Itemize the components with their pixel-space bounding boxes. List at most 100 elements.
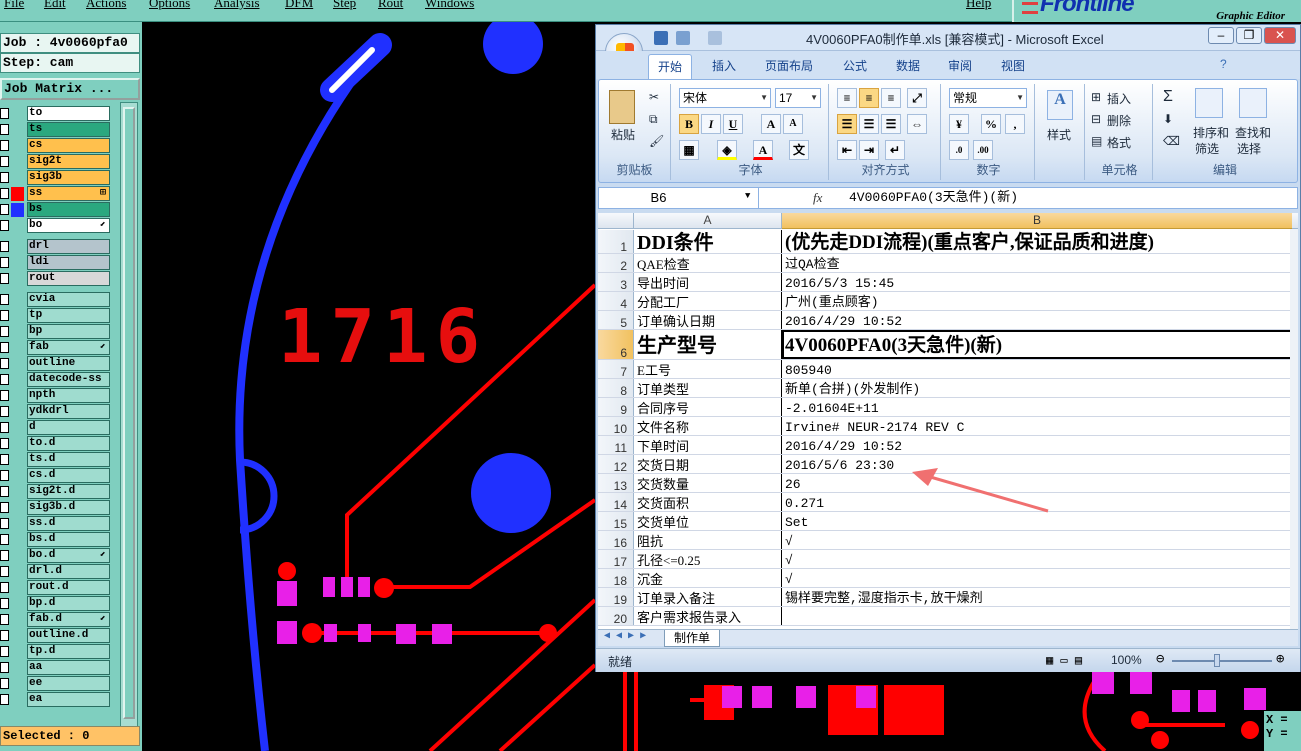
layer-checkbox[interactable]: [0, 678, 9, 689]
name-box[interactable]: B6: [599, 188, 759, 208]
cell-b[interactable]: (优先走DDI流程)(重点客户,保证品质和进度): [782, 230, 1292, 253]
layer-name[interactable]: bs.d: [27, 532, 110, 547]
job-matrix-button[interactable]: Job Matrix ...: [0, 78, 140, 100]
layer-name[interactable]: drl.d: [27, 564, 110, 579]
align-left-icon[interactable]: ☰: [837, 114, 857, 134]
layer-name[interactable]: ts: [27, 122, 110, 137]
layer-name[interactable]: aa: [27, 660, 110, 675]
layer-name[interactable]: bo.d ⬋: [27, 548, 110, 563]
close-button[interactable]: ✕: [1264, 27, 1296, 44]
row-number[interactable]: 2: [598, 254, 634, 273]
layer-name[interactable]: bo ⬋: [27, 218, 110, 233]
increase-decimal-icon[interactable]: .0: [949, 140, 969, 160]
layer-checkbox[interactable]: [0, 390, 9, 401]
layer-checkbox[interactable]: [0, 438, 9, 449]
col-header-b[interactable]: B: [782, 213, 1292, 229]
layer-checkbox[interactable]: [0, 406, 9, 417]
italic-button[interactable]: I: [701, 114, 721, 134]
layer-color-swatch[interactable]: [11, 645, 24, 659]
row-number[interactable]: 7: [598, 360, 634, 379]
row-number[interactable]: 20: [598, 607, 634, 626]
decrease-indent-icon[interactable]: ⇤: [837, 140, 857, 160]
layer-checkbox[interactable]: [0, 220, 9, 231]
format-painter-icon[interactable]: 🖌: [649, 134, 664, 148]
layer-name[interactable]: ldi: [27, 255, 110, 270]
layer-checkbox[interactable]: [0, 662, 9, 673]
styles-icon[interactable]: A: [1047, 90, 1073, 120]
cell-b[interactable]: 广州(重点顾客): [782, 292, 1292, 310]
layer-row[interactable]: ydkdrl: [0, 404, 112, 419]
layer-row[interactable]: ee: [0, 676, 112, 691]
cell-b[interactable]: 0.271: [782, 493, 1292, 511]
name-box-dropdown-icon[interactable]: ▼: [745, 191, 750, 201]
copy-icon[interactable]: ⧉: [649, 112, 658, 127]
layer-row[interactable]: to.d: [0, 436, 112, 451]
layer-row[interactable]: fab.d ⬋: [0, 612, 112, 627]
layer-color-swatch[interactable]: [11, 613, 24, 627]
excel-titlebar[interactable]: 4V0060PFA0制作单.xls [兼容模式] - Microsoft Exc…: [596, 25, 1300, 51]
menu-analysis[interactable]: Analysis: [214, 0, 260, 11]
layer-color-swatch[interactable]: [11, 405, 24, 419]
layer-color-swatch[interactable]: [11, 565, 24, 579]
cell-a[interactable]: 订单录入备注: [634, 588, 782, 606]
layer-checkbox[interactable]: [0, 326, 9, 337]
find-select-button[interactable]: 查找和: [1235, 124, 1271, 141]
layer-color-swatch[interactable]: [11, 293, 24, 307]
delete-button[interactable]: 删除: [1107, 112, 1131, 129]
layer-row[interactable]: bp: [0, 324, 112, 339]
layer-color-swatch[interactable]: [11, 325, 24, 339]
row-number[interactable]: 10: [598, 417, 634, 436]
layer-row[interactable]: aa: [0, 660, 112, 675]
layer-name[interactable]: npth: [27, 388, 110, 403]
layer-row[interactable]: cs.d: [0, 468, 112, 483]
layer-name[interactable]: sig3b.d: [27, 500, 110, 515]
layer-color-swatch[interactable]: [11, 256, 24, 270]
restore-button[interactable]: ❐: [1236, 27, 1262, 44]
align-bottom-icon[interactable]: ≡: [881, 88, 901, 108]
styles-button[interactable]: 样式: [1047, 126, 1071, 143]
layer-color-swatch[interactable]: [11, 187, 24, 201]
layer-name[interactable]: ss.d: [27, 516, 110, 531]
number-format-select[interactable]: 常规 ▼: [949, 88, 1027, 108]
font-size-select[interactable]: 17 ▼: [775, 88, 821, 108]
tab-formulas[interactable]: 公式: [843, 57, 867, 74]
cell-a[interactable]: 文件名称: [634, 417, 782, 435]
layer-row[interactable]: bp.d: [0, 596, 112, 611]
comma-button[interactable]: ,: [1005, 114, 1025, 134]
layer-row[interactable]: outline: [0, 356, 112, 371]
layer-row[interactable]: sig2t.d: [0, 484, 112, 499]
row-number[interactable]: 1: [598, 230, 634, 254]
layer-color-swatch[interactable]: [11, 240, 24, 254]
border-icon[interactable]: ▦: [679, 140, 699, 160]
layer-color-swatch[interactable]: [11, 203, 24, 217]
layer-row[interactable]: fab ⬋: [0, 340, 112, 355]
layer-name[interactable]: rout.d: [27, 580, 110, 595]
cell-b[interactable]: -2.01604E+11: [782, 398, 1292, 416]
menu-windows[interactable]: Windows: [425, 0, 474, 11]
menu-actions[interactable]: Actions: [86, 0, 126, 11]
layer-checkbox[interactable]: [0, 273, 9, 284]
cell-a[interactable]: 合同序号: [634, 398, 782, 416]
layer-color-swatch[interactable]: [11, 219, 24, 233]
layer-name[interactable]: drl: [27, 239, 110, 254]
menu-step[interactable]: Step: [333, 0, 356, 11]
layer-checkbox[interactable]: [0, 204, 9, 215]
layer-checkbox[interactable]: [0, 156, 9, 167]
cell-a[interactable]: 分配工厂: [634, 292, 782, 310]
zoom-slider-knob[interactable]: [1214, 654, 1220, 667]
layer-checkbox[interactable]: [0, 140, 9, 151]
minimize-button[interactable]: –: [1208, 27, 1234, 44]
layer-checkbox[interactable]: [0, 566, 9, 577]
layer-name[interactable]: bp: [27, 324, 110, 339]
cell-b[interactable]: [782, 607, 1292, 625]
layer-color-swatch[interactable]: [11, 693, 24, 707]
decrease-decimal-icon[interactable]: .00: [973, 140, 993, 160]
layer-row[interactable]: bo.d ⬋: [0, 548, 112, 563]
layer-checkbox[interactable]: [0, 358, 9, 369]
cell-a[interactable]: 订单确认日期: [634, 311, 782, 329]
layer-name[interactable]: sig2t: [27, 154, 110, 169]
row-number[interactable]: 8: [598, 379, 634, 398]
tab-view[interactable]: 视图: [1001, 57, 1025, 74]
layer-row[interactable]: ss.d: [0, 516, 112, 531]
orientation-icon[interactable]: ⤢: [907, 88, 927, 108]
